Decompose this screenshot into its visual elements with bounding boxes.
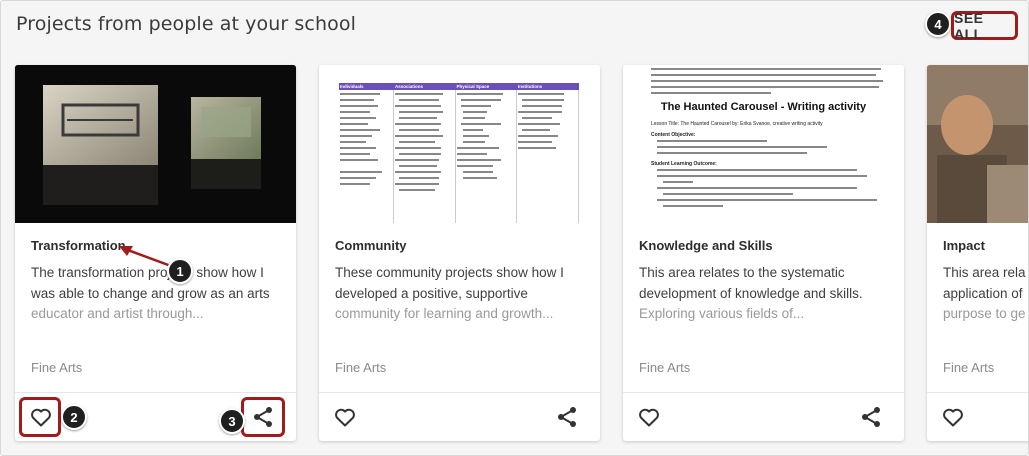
callout-badge-1: 1 [167, 258, 193, 284]
text-lines [340, 93, 382, 185]
card-category-tag: Fine Arts [943, 360, 995, 375]
table-header: Individuals [339, 83, 394, 90]
project-card-community[interactable]: Individuals Associations Physical Space … [319, 65, 600, 441]
card-description: These community projects show how I deve… [335, 263, 580, 325]
callout-badge-4: 4 [925, 11, 951, 37]
card-description: This area rela application of purpose to… [943, 263, 1028, 325]
card-description-line: These community projects show how I [335, 265, 564, 280]
card-thumbnail[interactable] [15, 65, 296, 223]
callout-badge-2: 2 [61, 404, 87, 430]
card-title[interactable]: Impact [943, 238, 985, 253]
card-divider [319, 392, 600, 393]
card-title[interactable]: Community [335, 238, 407, 253]
table-header: Physical Space [455, 83, 517, 90]
card-description: This area relates to the systematic deve… [639, 263, 884, 325]
thumbnail-objective-heading: Content Objective: [651, 132, 696, 138]
card-divider [15, 392, 296, 393]
document-text-lines [651, 68, 883, 207]
share-icon[interactable] [555, 405, 579, 429]
photo-thumbnail-image [927, 65, 1028, 223]
see-all-button[interactable]: SEE ALL [951, 10, 1018, 42]
share-icon[interactable] [859, 405, 883, 429]
table-cell [516, 90, 579, 223]
card-description-line: application of [943, 285, 1023, 301]
art-thumbnail-image [15, 65, 296, 223]
heart-highlight-box [19, 397, 61, 437]
community-table-thumbnail: Individuals Associations Physical Space … [339, 83, 579, 223]
card-description-line: was able to change and grow as an arts [31, 285, 270, 301]
table-cell [339, 90, 395, 223]
text-lines [518, 93, 565, 149]
projects-panel: Projects from people at your school SEE … [0, 0, 1029, 456]
card-category-tag: Fine Arts [335, 360, 387, 375]
text-lines [456, 93, 503, 179]
card-description-line: This area rela [943, 265, 1026, 280]
card-description-line: This area relates to the systematic [639, 265, 845, 280]
project-card-impact[interactable]: Impact This area rela application of pur… [927, 65, 1028, 441]
text-lines [395, 93, 444, 191]
table-header: Associations [393, 83, 456, 90]
callout-badge-3: 3 [219, 408, 245, 434]
card-thumbnail[interactable]: Individuals Associations Physical Space … [319, 65, 600, 223]
section-title: Projects from people at your school [16, 13, 356, 35]
card-thumbnail[interactable]: The Haunted Carousel - Writing activity … [623, 65, 904, 223]
project-card-knowledge-and-skills[interactable]: The Haunted Carousel - Writing activity … [623, 65, 904, 441]
card-description-line: developed a positive, supportive [335, 285, 528, 301]
card-divider [623, 392, 904, 393]
thumbnail-lesson-title: Lesson Title: The Haunted Carousel by: E… [651, 121, 823, 127]
card-divider [927, 392, 1028, 393]
card-description-line: purpose to ge [943, 306, 1026, 321]
card-description-line: Exploring various fields of... [639, 306, 805, 321]
card-title[interactable]: Knowledge and Skills [639, 238, 773, 253]
card-category-tag: Fine Arts [639, 360, 691, 375]
heart-icon[interactable] [637, 405, 661, 429]
card-description-line: development of knowledge and skills. [639, 285, 863, 301]
card-category-tag: Fine Arts [31, 360, 83, 375]
table-cell [455, 90, 518, 223]
heart-icon[interactable] [941, 405, 965, 429]
card-description-line: community for learning and growth... [335, 306, 554, 321]
table-header: Institutions [516, 83, 579, 90]
heart-icon[interactable] [333, 405, 357, 429]
card-description-line: educator and artist through... [31, 306, 204, 321]
thumbnail-outcome-heading: Student Learning Outcome: [651, 161, 717, 167]
thumbnail-heading: The Haunted Carousel - Writing activity [660, 101, 867, 113]
card-description-line: show how I [192, 265, 264, 280]
share-highlight-box [241, 397, 285, 437]
table-cell [393, 90, 456, 223]
card-thumbnail[interactable] [927, 65, 1028, 223]
